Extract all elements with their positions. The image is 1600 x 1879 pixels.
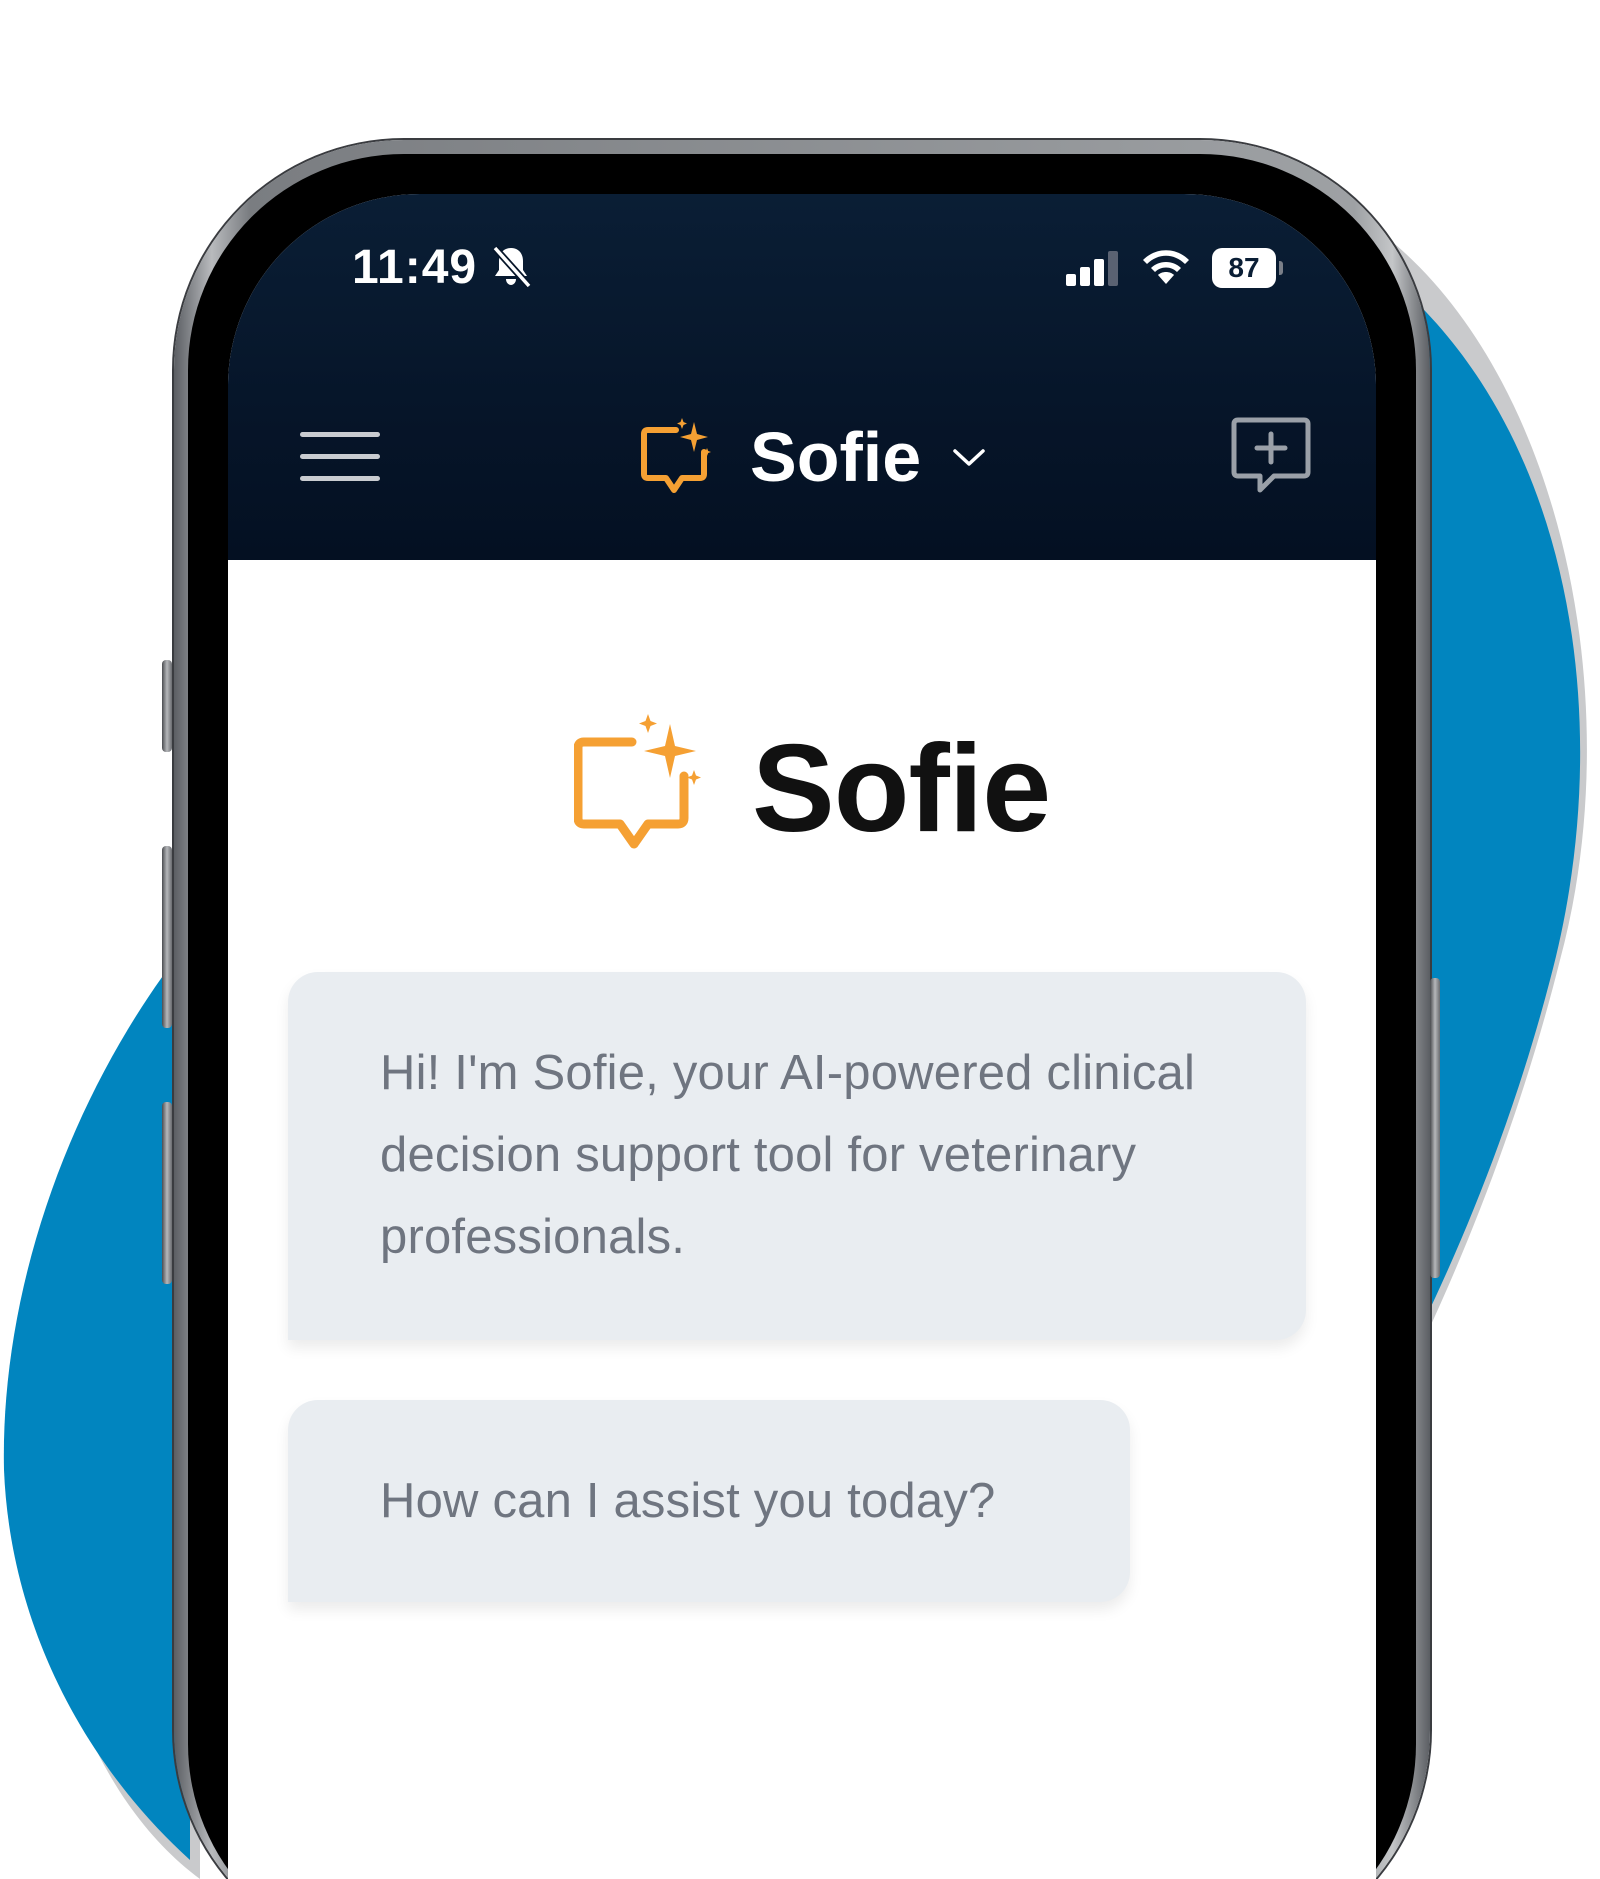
battery-icon: 87	[1212, 248, 1283, 288]
bell-off-icon	[492, 245, 532, 288]
phone-screen: 11:49 87 Sofie Sofie Hi! I'm Sofie, your…	[228, 194, 1376, 1879]
assistant-message: Hi! I'm Sofie, your AI-powered clinical …	[288, 972, 1306, 1340]
message-text: Hi! I'm Sofie, your AI-powered clinical …	[380, 1046, 1196, 1264]
volume-up-button	[162, 846, 172, 1028]
phone-frame: 11:49 87 Sofie Sofie Hi! I'm Sofie, your…	[162, 140, 1440, 1879]
action-button	[162, 660, 172, 752]
signal-icon	[1066, 251, 1118, 286]
battery-level: 87	[1212, 248, 1276, 288]
app-header: 11:49 87 Sofie	[228, 194, 1376, 560]
sofie-logo-icon	[574, 714, 701, 849]
battery-cap	[1279, 261, 1283, 275]
new-chat-icon[interactable]	[1230, 416, 1312, 498]
header-title: Sofie	[750, 418, 922, 496]
brand-name: Sofie	[752, 720, 1051, 858]
chevron-down-icon	[953, 449, 985, 466]
volume-down-button	[162, 1102, 172, 1284]
assistant-message: How can I assist you today?	[288, 1400, 1130, 1602]
phone-bezel: 11:49 87 Sofie Sofie Hi! I'm Sofie, your…	[188, 154, 1416, 1879]
power-button	[1430, 978, 1440, 1278]
message-text: How can I assist you today?	[380, 1474, 996, 1528]
wifi-icon	[1143, 250, 1189, 284]
brand-lockup: Sofie	[574, 712, 1051, 866]
menu-icon[interactable]	[300, 432, 380, 484]
sofie-logo-icon	[641, 418, 711, 493]
status-time: 11:49	[352, 241, 478, 294]
assistant-selector[interactable]: Sofie	[640, 412, 987, 502]
